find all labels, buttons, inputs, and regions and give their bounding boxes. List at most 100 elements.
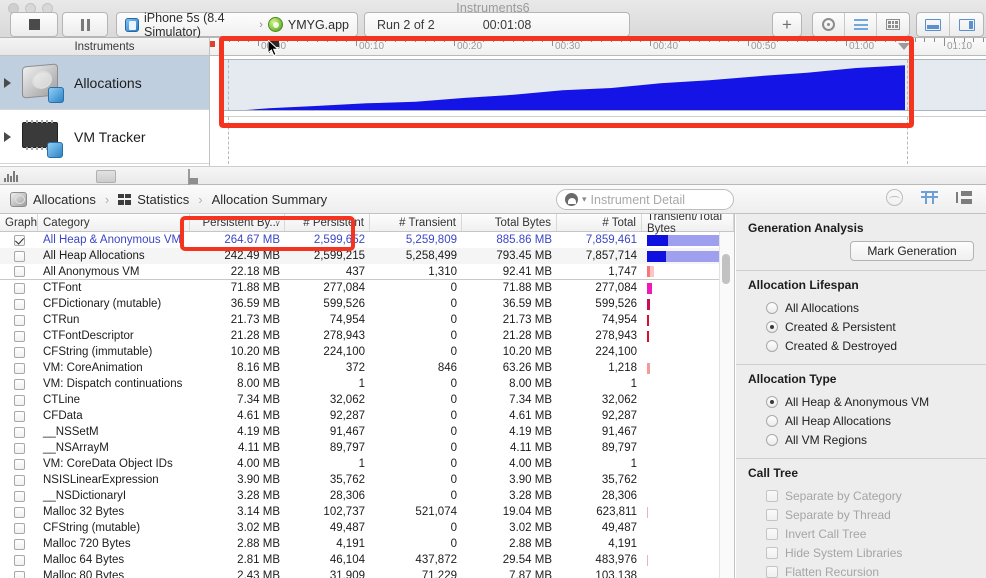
row-graph-checkbox-cell[interactable]	[0, 568, 38, 578]
sidebar-item-vm-tracker[interactable]: VM Tracker	[0, 110, 209, 164]
row-graph-checkbox-cell[interactable]	[0, 424, 38, 440]
breadcrumb-allocation-summary[interactable]: Allocation Summary	[212, 192, 328, 207]
column-header-transient-total-bytes[interactable]: Transient/Total Bytes	[642, 214, 734, 235]
sidebar-item-allocations[interactable]: Allocations	[0, 56, 209, 110]
table-row[interactable]: Malloc 32 Bytes 3.14 MB 102,737 521,074 19.0…	[0, 504, 734, 520]
pause-button[interactable]	[62, 12, 108, 37]
row-graph-checkbox-cell[interactable]	[0, 264, 38, 280]
table-row[interactable]: All Heap Allocations 242.49 MB 2,599,215 5,…	[0, 248, 734, 264]
disclosure-triangle-icon[interactable]	[4, 77, 11, 88]
table-row[interactable]: VM: Dispatch continuations 8.00 MB 1 0 8.00 …	[0, 376, 734, 392]
row-graph-checkbox-cell[interactable]	[0, 504, 38, 520]
column-header-category[interactable]: Category	[38, 214, 190, 231]
disclosure-triangle-icon[interactable]	[4, 131, 11, 142]
table-row[interactable]: CFData 4.61 MB 92,287 0 4.61 MB 92,287	[0, 408, 734, 424]
row-graph-checkbox-cell[interactable]	[0, 328, 38, 344]
radio-all-heap-anonymous-vm[interactable]: All Heap & Anonymous VM	[748, 392, 974, 411]
row-checkbox[interactable]	[13, 570, 25, 578]
toggle-bottom-panel-button[interactable]	[917, 13, 950, 36]
run-status-field[interactable]: Run 2 of 2 00:01:08	[364, 12, 630, 37]
table-row[interactable]: All Heap & Anonymous VM 264.67 MB 2,599,65…	[0, 232, 734, 248]
table-row[interactable]: CTLine 7.34 MB 32,062 0 7.34 MB 32,062	[0, 392, 734, 408]
row-checkbox[interactable]	[13, 506, 25, 518]
row-graph-checkbox-cell[interactable]	[0, 312, 38, 328]
row-graph-checkbox-cell[interactable]	[0, 280, 38, 296]
row-checkbox[interactable]	[13, 298, 25, 310]
row-graph-checkbox-cell[interactable]	[0, 488, 38, 504]
row-graph-checkbox-cell[interactable]	[0, 248, 38, 264]
row-checkbox[interactable]	[13, 522, 25, 534]
table-row[interactable]: CTFontDescriptor 21.28 MB 278,943 0 21.28 MB…	[0, 328, 734, 344]
scrollbar-thumb[interactable]	[722, 254, 730, 284]
row-graph-checkbox-cell[interactable]	[0, 536, 38, 552]
table-row[interactable]: CFString (mutable) 3.02 MB 49,487 0 3.02 MB 4…	[0, 520, 734, 536]
breadcrumb-allocations[interactable]: Allocations	[10, 191, 96, 207]
row-checkbox[interactable]	[13, 442, 25, 454]
column-header-persistent-bytes[interactable]: Persistent By... ˅	[190, 214, 285, 231]
radio-all-heap-allocations[interactable]: All Heap Allocations	[748, 411, 974, 430]
gear-button[interactable]	[813, 13, 845, 36]
grid-view-button[interactable]	[877, 13, 909, 36]
row-checkbox[interactable]	[13, 426, 25, 438]
chevron-down-icon[interactable]: ▾	[582, 194, 587, 205]
row-graph-checkbox-cell[interactable]	[0, 552, 38, 568]
row-graph-checkbox-cell[interactable]	[0, 472, 38, 488]
search-scope-icon[interactable]	[565, 193, 578, 206]
row-checkbox[interactable]	[13, 490, 25, 502]
row-checkbox[interactable]	[13, 378, 25, 390]
table-row[interactable]: CFDictionary (mutable) 36.59 MB 599,526 0 36…	[0, 296, 734, 312]
row-checkbox[interactable]	[13, 250, 25, 262]
toggle-right-panel-button[interactable]	[950, 13, 983, 36]
panel-toggle-group[interactable]	[916, 12, 984, 37]
list-view-button[interactable]	[845, 13, 877, 36]
track-size-icon[interactable]	[96, 170, 116, 183]
row-checkbox[interactable]	[13, 266, 25, 277]
checkbox-invert-call-tree[interactable]: Invert Call Tree	[748, 524, 974, 543]
checkbox-hide-system-libraries[interactable]: Hide System Libraries	[748, 543, 974, 562]
row-checkbox[interactable]	[13, 394, 25, 406]
row-checkbox[interactable]	[13, 554, 25, 566]
column-header-num-transient[interactable]: # Transient	[370, 214, 462, 231]
row-graph-checkbox-cell[interactable]	[0, 440, 38, 456]
radio-created-destroyed[interactable]: Created & Destroyed	[748, 336, 974, 355]
table-row[interactable]: __NSArrayM 4.11 MB 89,797 0 4.11 MB 89,797	[0, 440, 734, 456]
table-row[interactable]: VM: CoreAnimation 8.16 MB 372 846 63.26 MB 1,…	[0, 360, 734, 376]
row-checkbox[interactable]	[13, 314, 25, 326]
column-header-graph[interactable]: Graph	[0, 214, 38, 231]
checkbox-flatten-recursion[interactable]: Flatten Recursion	[748, 562, 974, 578]
row-checkbox[interactable]	[13, 330, 25, 342]
column-header-num-total[interactable]: # Total	[557, 214, 642, 231]
detail-view-controls[interactable]	[886, 189, 972, 206]
column-header-total-bytes[interactable]: Total Bytes	[462, 214, 557, 231]
row-graph-checkbox-cell[interactable]	[0, 232, 38, 248]
row-checkbox[interactable]	[13, 410, 25, 422]
table-row[interactable]: __NSDictionaryI 3.28 MB 28,306 0 3.28 MB 28,3…	[0, 488, 734, 504]
table-scrollbar[interactable]	[722, 254, 730, 578]
table-row[interactable]: Malloc 64 Bytes 2.81 MB 46,104 437,872 29.54…	[0, 552, 734, 568]
table-row[interactable]: Malloc 80 Bytes 2.43 MB 31,909 71,229 7.87 M…	[0, 568, 734, 578]
row-checkbox[interactable]	[13, 282, 25, 294]
toolbar-segmented-group[interactable]	[812, 12, 910, 37]
column-header-num-persistent[interactable]: # Persistent	[285, 214, 370, 231]
wave-icon[interactable]	[886, 189, 903, 206]
row-checkbox[interactable]	[13, 458, 25, 470]
row-checkbox[interactable]	[13, 346, 25, 358]
row-graph-checkbox-cell[interactable]	[0, 408, 38, 424]
row-graph-checkbox-cell[interactable]	[0, 456, 38, 472]
table-row[interactable]: NSISLinearExpression 3.90 MB 35,762 0 3.90 M…	[0, 472, 734, 488]
target-selector[interactable]: iPhone 5s (8.4 Simulator) › YMYG.app	[116, 11, 358, 39]
breadcrumb-statistics[interactable]: Statistics	[118, 192, 189, 207]
chart-icon[interactable]	[4, 170, 18, 182]
row-checkbox[interactable]	[13, 538, 25, 550]
radio-all-allocations[interactable]: All Allocations	[748, 298, 974, 317]
table-row[interactable]: CFString (immutable) 10.20 MB 224,100 0 10.2…	[0, 344, 734, 360]
radio-all-vm-regions[interactable]: All VM Regions	[748, 430, 974, 449]
radio-created-persistent[interactable]: Created & Persistent	[748, 317, 974, 336]
table-row[interactable]: CTRun 21.73 MB 74,954 0 21.73 MB 74,954	[0, 312, 734, 328]
split-view-icon[interactable]	[188, 169, 190, 185]
table-row[interactable]: Malloc 720 Bytes 2.88 MB 4,191 0 2.88 MB 4,19…	[0, 536, 734, 552]
table-view-icon[interactable]	[921, 191, 938, 204]
mark-generation-button[interactable]: Mark Generation	[850, 241, 974, 261]
row-graph-checkbox-cell[interactable]	[0, 376, 38, 392]
allocations-graph-track[interactable]	[220, 59, 986, 111]
